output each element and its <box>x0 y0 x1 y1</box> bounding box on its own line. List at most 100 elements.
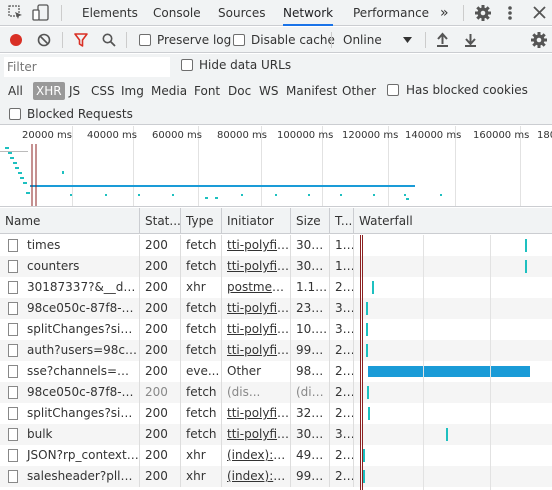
overview-mark <box>10 157 14 159</box>
request-row[interactable]: JSON?rp_context=... 200 xhr (index):728 492 … <box>0 445 552 466</box>
blocked-requests-bar: Blocked Requests <box>0 102 552 125</box>
dropdown-arrow-icon[interactable] <box>403 37 412 43</box>
hide-data-urls-label[interactable]: Hide data URLs <box>199 58 291 72</box>
cell-time: 2... <box>330 340 354 361</box>
request-row[interactable]: 30187337?&__d=8...200xhrpostmess...1.1 .… <box>0 277 552 298</box>
cell-type: fetch <box>181 298 222 319</box>
import-har-icon[interactable] <box>436 32 449 47</box>
close-icon[interactable] <box>533 6 546 19</box>
cell-initiator[interactable]: tti-polyfill... <box>222 424 291 445</box>
cell-status: 200 <box>140 256 181 277</box>
cell-initiator[interactable]: (index):834 <box>222 466 291 487</box>
overview-mark <box>241 194 243 196</box>
cell-initiator[interactable]: tti-polyfill... <box>222 403 291 424</box>
record-icon[interactable] <box>9 33 23 47</box>
cell-name: sse?channels=MTg... <box>0 361 140 382</box>
type-filter-all[interactable]: All <box>5 82 26 100</box>
cell-status: 200 <box>140 382 181 403</box>
cell-initiator[interactable]: tti-polyfill... <box>222 298 291 319</box>
cell-initiator[interactable]: tti-polyfill... <box>222 235 291 256</box>
blocked-requests-label[interactable]: Blocked Requests <box>27 107 133 121</box>
network-settings-gear-icon[interactable] <box>530 31 548 49</box>
type-filter-media[interactable]: Media <box>148 82 190 100</box>
cell-name: splitChanges?since... <box>0 319 140 340</box>
type-filter-ws[interactable]: WS <box>256 82 281 100</box>
column-header-name[interactable]: Name <box>0 208 140 234</box>
column-header-initiator[interactable]: Initiator <box>222 208 291 234</box>
preserve-log-label[interactable]: Preserve log <box>157 33 231 47</box>
export-har-icon[interactable] <box>464 32 477 47</box>
request-row[interactable]: salesheader?plld=... 200 xhr (index):834 992… <box>0 466 552 487</box>
request-row[interactable]: splitChanges?since...200fetchtti-polyfil… <box>0 319 552 340</box>
cell-initiator[interactable]: postmess... <box>222 277 291 298</box>
waterfall-gridline <box>490 235 491 490</box>
clear-icon[interactable] <box>37 33 51 47</box>
cell-initiator: Other <box>222 361 291 382</box>
column-header-time[interactable]: T... <box>330 208 354 234</box>
request-row[interactable]: bulk 200 fetch tti-polyfill... 306 B 3... <box>0 424 552 445</box>
cell-time: 2... <box>330 382 354 403</box>
divider <box>61 5 62 21</box>
request-row[interactable]: 98ce050c-87f8-4b... 200 fetch tti-polyfill.… <box>0 298 552 319</box>
column-header-waterfall[interactable]: Waterfall <box>354 208 552 234</box>
cell-time: 2... <box>330 445 354 466</box>
cell-name: 98ce050c-87f8-4b... <box>0 298 140 319</box>
type-filter-manifest[interactable]: Manifest <box>283 82 340 100</box>
cell-time: 2... <box>330 361 354 382</box>
request-row[interactable]: times 200 fetch tti-polyfill... 306 B 1... <box>0 235 552 256</box>
disable-cache-checkbox[interactable] <box>233 34 245 46</box>
cell-type: fetch <box>181 382 222 403</box>
more-options-icon[interactable] <box>505 4 515 22</box>
waterfall-bar <box>363 470 365 483</box>
type-filter-img[interactable]: Img <box>118 82 147 100</box>
overview-mark <box>0 151 28 152</box>
filter-input[interactable] <box>4 57 170 77</box>
cell-initiator[interactable]: tti-polyfill... <box>222 340 291 361</box>
cell-initiator[interactable]: (index):728 <box>222 445 291 466</box>
column-header-size[interactable]: Size <box>291 208 330 234</box>
blocked-requests-checkbox[interactable] <box>9 108 21 120</box>
request-row[interactable]: counters 200 fetch tti-polyfill... 307 B 1... <box>0 256 552 277</box>
overview-mark <box>8 152 12 154</box>
request-row[interactable]: sse?channels=MTg...200eve...Other980 B2.… <box>0 361 552 382</box>
type-filter-css[interactable]: CSS <box>88 82 118 100</box>
request-row[interactable]: 98ce050c-87f8-4b... 200 fetch (dis... (dis..… <box>0 382 552 403</box>
device-toolbar-icon[interactable] <box>32 4 50 22</box>
overview-mark <box>172 194 174 196</box>
type-filter-other[interactable]: Other <box>339 82 379 100</box>
request-row[interactable]: splitChanges?since...200fetchtti-polyfil… <box>0 403 552 424</box>
tab-console[interactable]: Console <box>153 0 201 26</box>
preserve-log-checkbox[interactable] <box>139 34 151 46</box>
column-header-status[interactable]: Stat... <box>140 208 181 234</box>
divider <box>62 32 63 48</box>
timeline-overview[interactable]: 20000 ms 40000 ms 60000 ms 80000 ms 100000 m… <box>0 126 552 207</box>
type-filter-doc[interactable]: Doc <box>225 82 254 100</box>
cell-time: 1... <box>330 235 354 256</box>
more-tabs-button[interactable]: » <box>440 0 449 26</box>
tab-network[interactable]: Network <box>283 0 334 26</box>
cell-name: 30187337?&__d=8... <box>0 277 140 298</box>
tab-performance[interactable]: Performance <box>353 0 429 26</box>
divider <box>126 32 127 48</box>
type-filter-js[interactable]: JS <box>66 82 83 100</box>
tab-elements[interactable]: Elements <box>82 0 138 26</box>
throttling-select[interactable]: Online <box>343 33 382 47</box>
cell-time: 3... <box>330 319 354 340</box>
disable-cache-label[interactable]: Disable cache <box>251 33 335 47</box>
request-row[interactable]: auth?users=98ce0... 200 fetch tti-polyfill.… <box>0 340 552 361</box>
column-header-type[interactable]: Type <box>181 208 222 234</box>
cell-initiator[interactable]: tti-polyfill... <box>222 256 291 277</box>
inspect-element-icon[interactable] <box>8 5 24 21</box>
filter-icon[interactable] <box>74 33 88 47</box>
type-filter-font[interactable]: Font <box>191 82 223 100</box>
has-blocked-cookies-label[interactable]: Has blocked cookies <box>406 83 528 97</box>
settings-gear-icon[interactable] <box>474 4 492 22</box>
hide-data-urls-checkbox[interactable] <box>181 59 193 71</box>
cell-time: 2... <box>330 466 354 487</box>
has-blocked-cookies-checkbox[interactable] <box>387 84 399 96</box>
cell-initiator[interactable]: tti-polyfill... <box>222 319 291 340</box>
type-filter-xhr[interactable]: XHR <box>33 82 65 100</box>
cell-size: 236 B <box>291 298 330 319</box>
tab-sources[interactable]: Sources <box>218 0 265 26</box>
search-icon[interactable] <box>102 33 116 47</box>
